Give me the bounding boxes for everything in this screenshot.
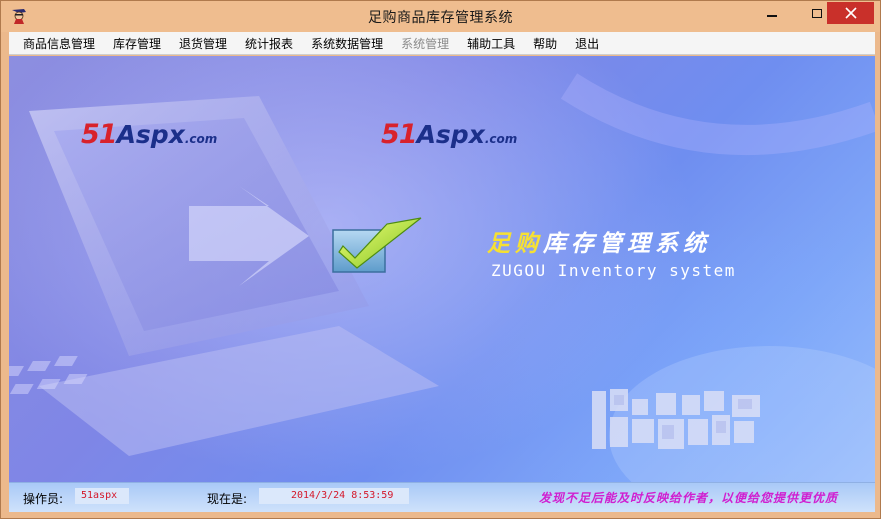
checkmark-icon <box>332 217 422 273</box>
splash-panel: 51Aspx.com 51Aspx.com 足购库存管理系统 ZUGOU Inv… <box>9 56 875 482</box>
menu-item-tools[interactable]: 辅助工具 <box>458 33 524 54</box>
current-time-label: 现在是: <box>207 492 248 506</box>
system-title: 足购库存管理系统 <box>487 230 711 257</box>
operator-value: 51aspx <box>75 488 129 504</box>
menu-item-returns[interactable]: 退货管理 <box>170 33 236 54</box>
menu-item-reports[interactable]: 统计报表 <box>236 33 302 54</box>
menu-item-inventory[interactable]: 库存管理 <box>104 33 170 54</box>
operator-label: 操作员: <box>23 492 64 506</box>
close-button[interactable] <box>827 2 874 24</box>
window-title: 足购商品库存管理系统 <box>368 10 513 26</box>
minimize-button[interactable] <box>757 2 787 24</box>
close-icon <box>844 7 857 19</box>
scrolling-message: 发现不足后能及时反映给作者，以便给您提供更优质 <box>539 491 839 505</box>
system-title-english: ZUGOU Inventory system <box>491 261 736 280</box>
pixelated-logo <box>592 389 760 449</box>
main-window: 足购商品库存管理系统 商品信息管理 库存管理 退货管理 统计报表 系统数据管理 … <box>0 0 881 519</box>
menu-item-help[interactable]: 帮助 <box>524 33 566 54</box>
menu-item-exit[interactable]: 退出 <box>566 33 608 54</box>
logo-51aspx-right: 51Aspx.com <box>381 119 518 150</box>
title-bar[interactable]: 足购商品库存管理系统 <box>1 1 880 32</box>
logo-51aspx-left: 51Aspx.com <box>81 119 218 150</box>
status-bar: 操作员: 51aspx 现在是: 2014/3/24 8:53:59 发现不足后… <box>9 482 875 512</box>
maximize-icon <box>812 8 822 18</box>
current-time-value: 2014/3/24 8:53:59 <box>259 488 409 504</box>
minimize-icon <box>767 14 777 17</box>
menu-bar: 商品信息管理 库存管理 退货管理 统计报表 系统数据管理 系统管理 辅助工具 帮… <box>9 32 875 55</box>
menu-item-product-info[interactable]: 商品信息管理 <box>14 33 104 54</box>
menu-item-system-data[interactable]: 系统数据管理 <box>302 33 392 54</box>
menu-item-system-admin: 系统管理 <box>401 36 450 51</box>
